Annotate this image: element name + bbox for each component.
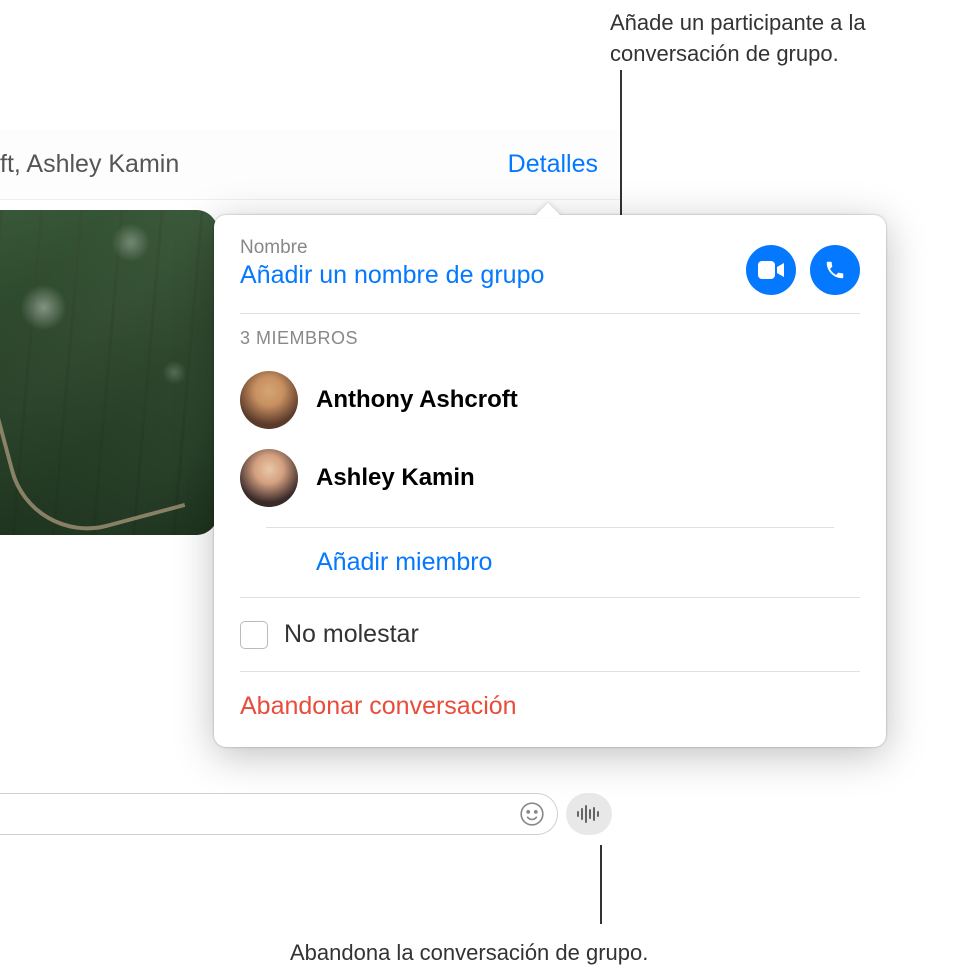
member-name: Ashley Kamin — [316, 464, 475, 492]
avatar — [240, 371, 298, 429]
audio-call-button[interactable] — [810, 245, 860, 295]
member-row[interactable]: Anthony Ashcroft — [240, 361, 860, 439]
voice-message-button[interactable] — [566, 793, 612, 835]
name-label: Nombre — [240, 237, 746, 259]
conversation-titlebar: ft, Ashley Kamin Detalles — [0, 130, 620, 200]
member-name: Anthony Ashcroft — [316, 386, 518, 414]
photo-message[interactable] — [0, 210, 218, 535]
members-section: 3 MIEMBROS Anthony Ashcroft Ashley Kamin… — [214, 314, 886, 597]
emoji-icon[interactable] — [517, 799, 547, 829]
do-not-disturb-row: No molestar — [214, 598, 886, 671]
annotation-leave: Abandona la conversación de grupo. — [290, 938, 648, 969]
avatar — [240, 449, 298, 507]
add-group-name-field[interactable]: Añadir un nombre de grupo — [240, 261, 746, 290]
popover-header: Nombre Añadir un nombre de grupo — [214, 215, 886, 313]
video-call-button[interactable] — [746, 245, 796, 295]
do-not-disturb-label: No molestar — [284, 620, 419, 649]
message-input-row — [0, 783, 620, 845]
message-input[interactable] — [0, 793, 558, 835]
member-row[interactable]: Ashley Kamin — [240, 439, 860, 517]
leave-conversation-button[interactable]: Abandonar conversación — [240, 692, 517, 720]
details-button[interactable]: Detalles — [508, 150, 598, 179]
do-not-disturb-checkbox[interactable] — [240, 621, 268, 649]
annotation-add-participant: Añade un participante a la conversación … — [610, 8, 950, 70]
conversation-participants: ft, Ashley Kamin — [0, 150, 179, 179]
add-member-button[interactable]: Añadir miembro — [316, 548, 492, 576]
members-count-label: 3 MIEMBROS — [240, 328, 860, 349]
details-popover: Nombre Añadir un nombre de grupo 3 MIEMB… — [214, 215, 886, 747]
